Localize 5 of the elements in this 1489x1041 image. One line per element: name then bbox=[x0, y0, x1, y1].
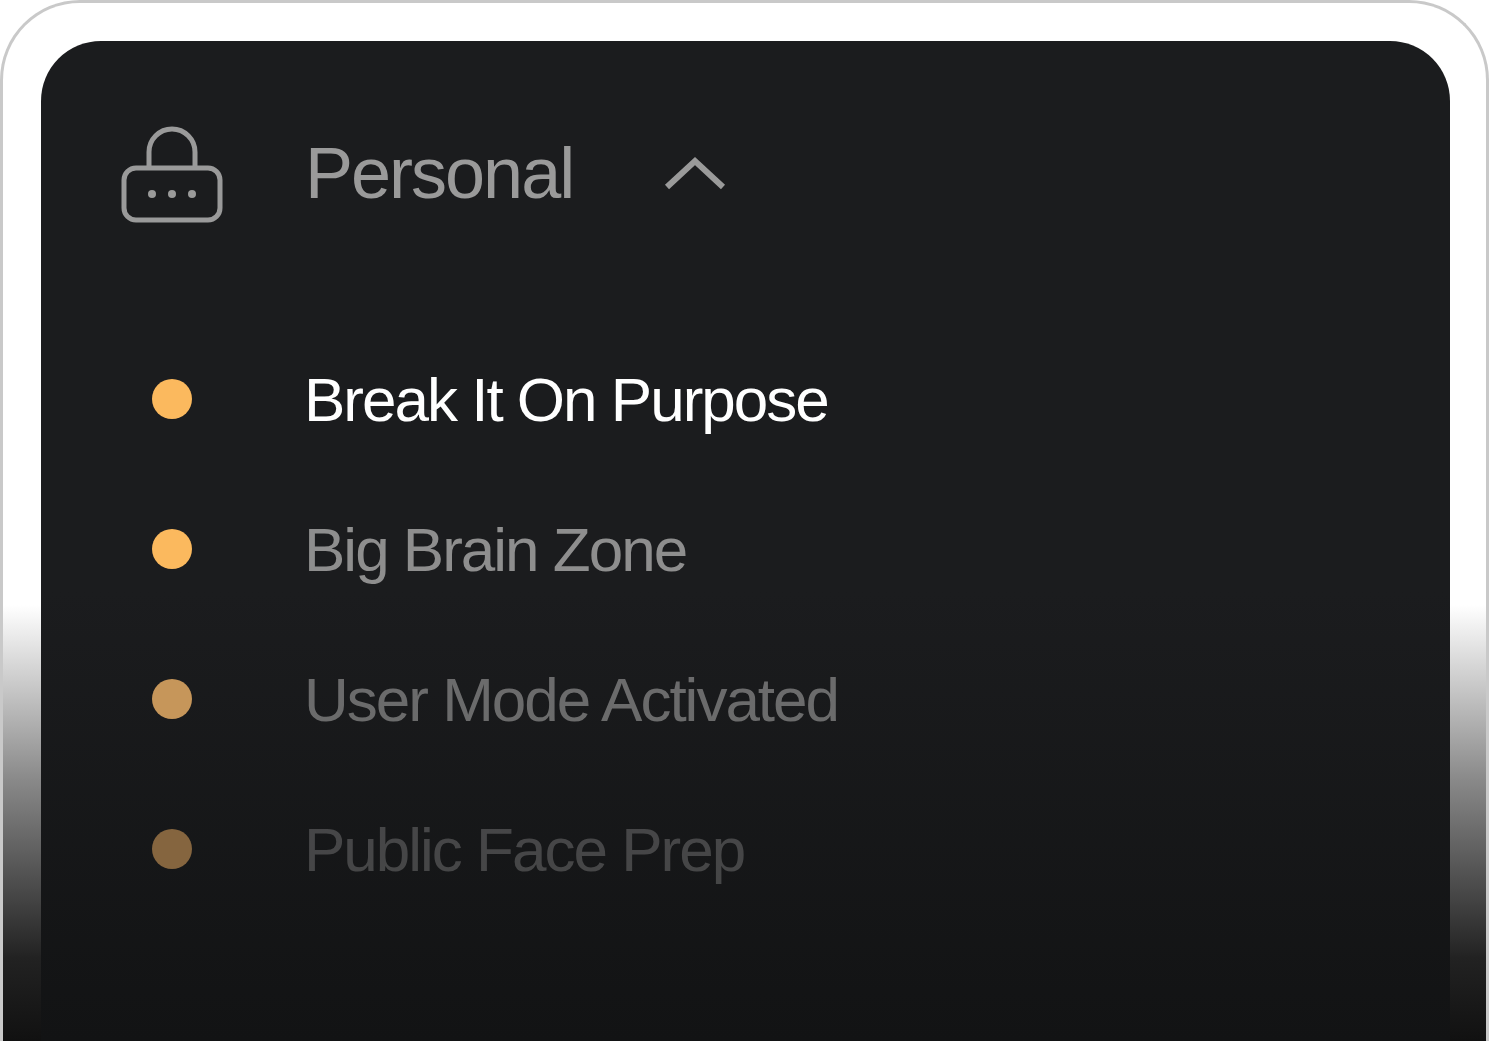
chevron-up-icon[interactable] bbox=[663, 155, 728, 191]
group-title[interactable]: Personal bbox=[305, 132, 574, 214]
menu-item[interactable]: User Mode Activated bbox=[304, 663, 839, 735]
menu-item[interactable]: Big Brain Zone bbox=[304, 513, 687, 585]
menu-item[interactable]: Break It On Purpose bbox=[304, 363, 828, 435]
